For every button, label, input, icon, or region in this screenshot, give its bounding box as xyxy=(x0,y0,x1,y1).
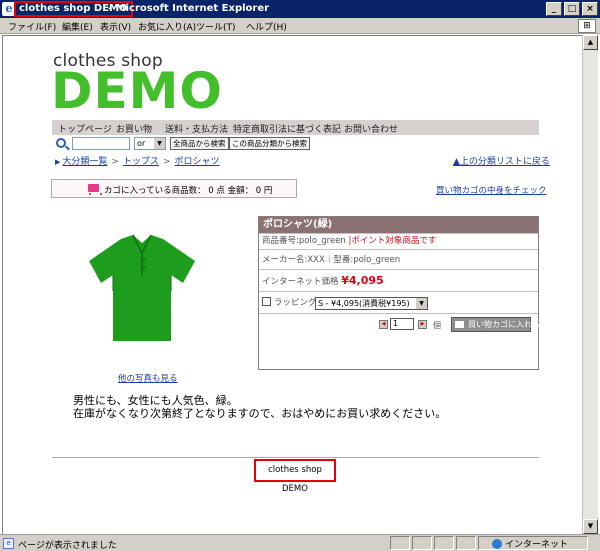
window-controls: _ □ × xyxy=(546,2,598,16)
polo-shirt-icon xyxy=(89,234,195,341)
cart-summary-text: カゴに入っている商品数： 0 点 金額： 0 円 xyxy=(104,186,273,196)
breadcrumb-item-category-list[interactable]: 大分類一覧 xyxy=(62,157,107,167)
cart-icon xyxy=(455,321,464,328)
product-detail-panel: ポロシャツ(緑) 商品番号:polo_green |ポイント対象商品です メーカ… xyxy=(258,216,540,370)
size-select[interactable]: S - ¥4,095(消費税¥195) ▼ xyxy=(315,297,428,310)
close-button[interactable]: × xyxy=(582,2,598,16)
breadcrumb-sep: > xyxy=(162,157,171,167)
size-selected-value: S - ¥4,095(消費税¥195) xyxy=(318,299,410,308)
security-zone-label: インターネット xyxy=(504,540,568,550)
breadcrumb-item-tops[interactable]: トップス xyxy=(123,157,159,167)
scroll-down-button[interactable]: ▼ xyxy=(583,519,598,534)
page-content: clothes shop DEMO トップページ お買い物 送料・支払方法 特定… xyxy=(2,35,582,534)
description-line-2: 在庫がなくなり次第終了となりますので、おはやめにお買い求めください。 xyxy=(73,407,447,420)
search-all-button[interactable]: 全商品から検索 xyxy=(170,137,229,150)
nav-shipping-payment[interactable]: 送料・支払方法 xyxy=(165,122,228,135)
description-line-1: 男性にも、女性にも人気色、緑。 xyxy=(73,394,238,407)
minimize-button[interactable]: _ xyxy=(546,2,562,16)
global-nav: トップページ お買い物 送料・支払方法 特定商取引法に基づく表記 お問い合わせ xyxy=(52,120,539,135)
logo-big-text[interactable]: DEMO xyxy=(51,66,223,116)
qty-increase-button[interactable]: ▶ xyxy=(418,320,427,329)
add-to-cart-label: 買い物カゴに入れる xyxy=(468,320,540,329)
menu-bar: ファイル(F) 編集(E) 表示(V) お気に入り(A) ツール(T) ヘルプ(… xyxy=(0,18,600,34)
menu-tools[interactable]: ツール(T) xyxy=(196,20,236,33)
product-code: 商品番号:polo_green xyxy=(262,236,346,246)
point-eligible-text: |ポイント対象商品です xyxy=(348,236,437,246)
menu-view[interactable]: 表示(V) xyxy=(100,20,131,33)
nav-shopping[interactable]: お買い物 xyxy=(116,122,152,135)
cart-summary: カゴに入っている商品数： 0 点 金額： 0 円 xyxy=(51,179,297,198)
search-input[interactable] xyxy=(72,137,130,150)
status-bar: e ページが表示されました インターネット xyxy=(0,534,600,551)
breadcrumb: ▶ 大分類一覧 > トップス > ポロシャツ xyxy=(55,154,220,167)
window-title-sep: - xyxy=(108,3,113,14)
product-code-row: 商品番号:polo_green |ポイント対象商品です xyxy=(259,233,538,249)
cart-icon xyxy=(88,184,102,195)
search-icon xyxy=(56,138,66,148)
search-operator-select[interactable]: or ▼ xyxy=(134,137,166,150)
status-panel xyxy=(390,536,410,550)
quantity-input[interactable]: 1 xyxy=(390,318,414,330)
globe-icon xyxy=(491,539,502,549)
option-row: ラッピング S - ¥4,095(消費税¥195) ▼ xyxy=(259,291,538,313)
status-panel xyxy=(456,536,476,550)
view-cart-link[interactable]: 買い物カゴの中身をチェック xyxy=(436,184,547,196)
wrapping-label: ラッピング xyxy=(274,298,317,308)
maximize-button[interactable]: □ xyxy=(564,2,580,16)
cart-action-row: ◀ 1 ▶ 個 買い物カゴに入れる xyxy=(259,313,540,335)
maker-model: メーカー名:XXX｜型番:polo_green xyxy=(262,255,401,265)
qty-decrease-button[interactable]: ◀ xyxy=(379,320,388,329)
breadcrumb-item-polo[interactable]: ポロシャツ xyxy=(175,157,220,167)
menu-help[interactable]: ヘルプ(H) xyxy=(246,20,287,33)
breadcrumb-arrow-icon: ▶ xyxy=(55,158,61,166)
search-operator-value: or xyxy=(137,139,146,148)
more-photos-link[interactable]: 他の写真も見る xyxy=(118,372,178,384)
window-titlebar: e clothes shop DEMO - Microsoft Internet… xyxy=(0,0,600,18)
status-text: ページが表示されました xyxy=(18,541,117,551)
price-label: インターネット価格 xyxy=(262,277,339,287)
security-zone: インターネット xyxy=(491,537,568,550)
product-image[interactable] xyxy=(83,231,201,349)
nav-contact[interactable]: お問い合わせ xyxy=(344,122,398,135)
menu-edit[interactable]: 編集(E) xyxy=(62,20,93,33)
status-panel xyxy=(434,536,454,550)
price-value: ¥4,095 xyxy=(341,274,384,287)
wrapping-checkbox[interactable] xyxy=(262,297,271,306)
add-to-cart-button[interactable]: 買い物カゴに入れる xyxy=(451,317,540,332)
breadcrumb-sep: > xyxy=(111,157,119,167)
nav-top-page[interactable]: トップページ xyxy=(58,122,112,135)
product-description: 男性にも、女性にも人気色、緑。 在庫がなくなり次第終了となりますので、おはやめに… xyxy=(73,394,446,420)
menu-file[interactable]: ファイル(F) xyxy=(8,20,56,33)
chevron-down-icon: ▼ xyxy=(416,298,427,309)
windows-logo-icon: ⊞ xyxy=(578,19,596,33)
price-row: インターネット価格 ¥4,095 xyxy=(259,269,538,291)
window-title-app-name: Microsoft Internet Explorer xyxy=(115,3,270,14)
back-to-category-link[interactable]: ▲上の分類リストに戻る xyxy=(453,154,550,167)
quantity-unit: 個 xyxy=(433,321,441,330)
product-name: ポロシャツ(緑) xyxy=(259,217,538,233)
footer-divider xyxy=(52,457,539,458)
chevron-down-icon: ▼ xyxy=(154,138,165,149)
footer-copyright: clothes shop DEMO xyxy=(254,459,336,494)
search-category-button[interactable]: この商品分類から検索 xyxy=(229,137,310,150)
menu-favorites[interactable]: お気に入り(A) xyxy=(138,20,196,33)
status-panel xyxy=(412,536,432,550)
scroll-up-button[interactable]: ▲ xyxy=(583,35,598,50)
vertical-scrollbar[interactable]: ▲ ▼ xyxy=(582,35,598,534)
window-title-app: - Microsoft Internet Explorer xyxy=(108,3,269,15)
nav-legal-notice[interactable]: 特定商取引法に基づく表記 xyxy=(233,122,341,135)
page-icon: e xyxy=(3,538,14,549)
maker-row: メーカー名:XXX｜型番:polo_green xyxy=(259,249,538,269)
